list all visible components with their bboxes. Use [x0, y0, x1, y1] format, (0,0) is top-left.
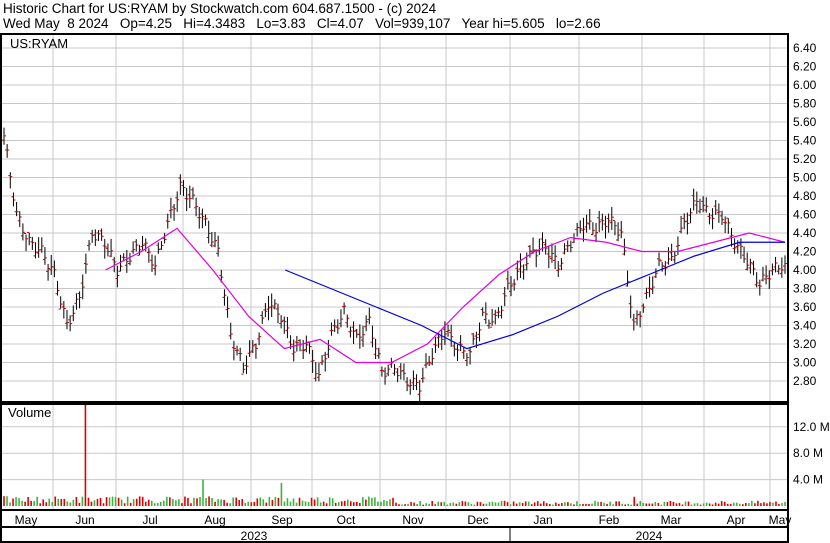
volume-panel-title: Volume	[8, 405, 51, 420]
price-tick-label: 3.40	[793, 319, 817, 333]
month-label: Nov	[402, 513, 423, 527]
price-tick-label: 3.20	[793, 337, 817, 351]
price-tick-label: 3.60	[793, 300, 817, 314]
price-tick-label: 2.80	[793, 374, 817, 388]
month-label: Apr	[727, 513, 746, 527]
month-label: Sep	[271, 513, 293, 527]
price-tick-label: 4.40	[793, 226, 817, 240]
month-label: May	[15, 513, 38, 527]
price-tick-label: 6.20	[793, 60, 817, 74]
stock-chart: Historic Chart for US:RYAM by Stockwatch…	[0, 0, 830, 543]
price-tick-label: 5.60	[793, 115, 817, 129]
month-label: May	[769, 513, 792, 527]
chart-svg: 6.40 6.20 6.00 5.80 5.60 5.40 5.20 5.00 4.80 4.60…	[0, 33, 830, 543]
year-axis	[0, 526, 789, 543]
price-tick-label: 4.00	[793, 263, 817, 277]
year-label: 2023	[241, 529, 268, 543]
month-label: Aug	[204, 513, 225, 527]
volume-panel	[0, 403, 789, 511]
price-tick-label: 5.40	[793, 134, 817, 148]
price-tick-label: 3.80	[793, 282, 817, 296]
volume-tick-label: 4.0 M	[793, 473, 823, 487]
price-panel-title: US:RYAM	[10, 36, 68, 51]
volume-tick-label: 12.0 M	[793, 420, 830, 434]
year-label: 2024	[636, 529, 663, 543]
price-tick-label: 4.80	[793, 189, 817, 203]
month-label: Jul	[142, 513, 157, 527]
price-tick-label: 5.00	[793, 171, 817, 185]
price-tick-label: 4.20	[793, 245, 817, 259]
price-tick-label: 5.80	[793, 97, 817, 111]
month-label: Jun	[75, 513, 94, 527]
price-panel	[0, 33, 789, 403]
price-tick-label: 4.60	[793, 208, 817, 222]
month-label: Mar	[661, 513, 682, 527]
volume-tick-label: 8.0 M	[793, 446, 823, 460]
price-tick-label: 6.40	[793, 41, 817, 55]
month-label: Oct	[337, 513, 356, 527]
price-tick-label: 3.00	[793, 356, 817, 370]
month-label: Dec	[467, 513, 488, 527]
month-label: Jan	[533, 513, 552, 527]
month-label: Feb	[599, 513, 620, 527]
price-tick-label: 6.00	[793, 78, 817, 92]
price-tick-label: 5.20	[793, 152, 817, 166]
